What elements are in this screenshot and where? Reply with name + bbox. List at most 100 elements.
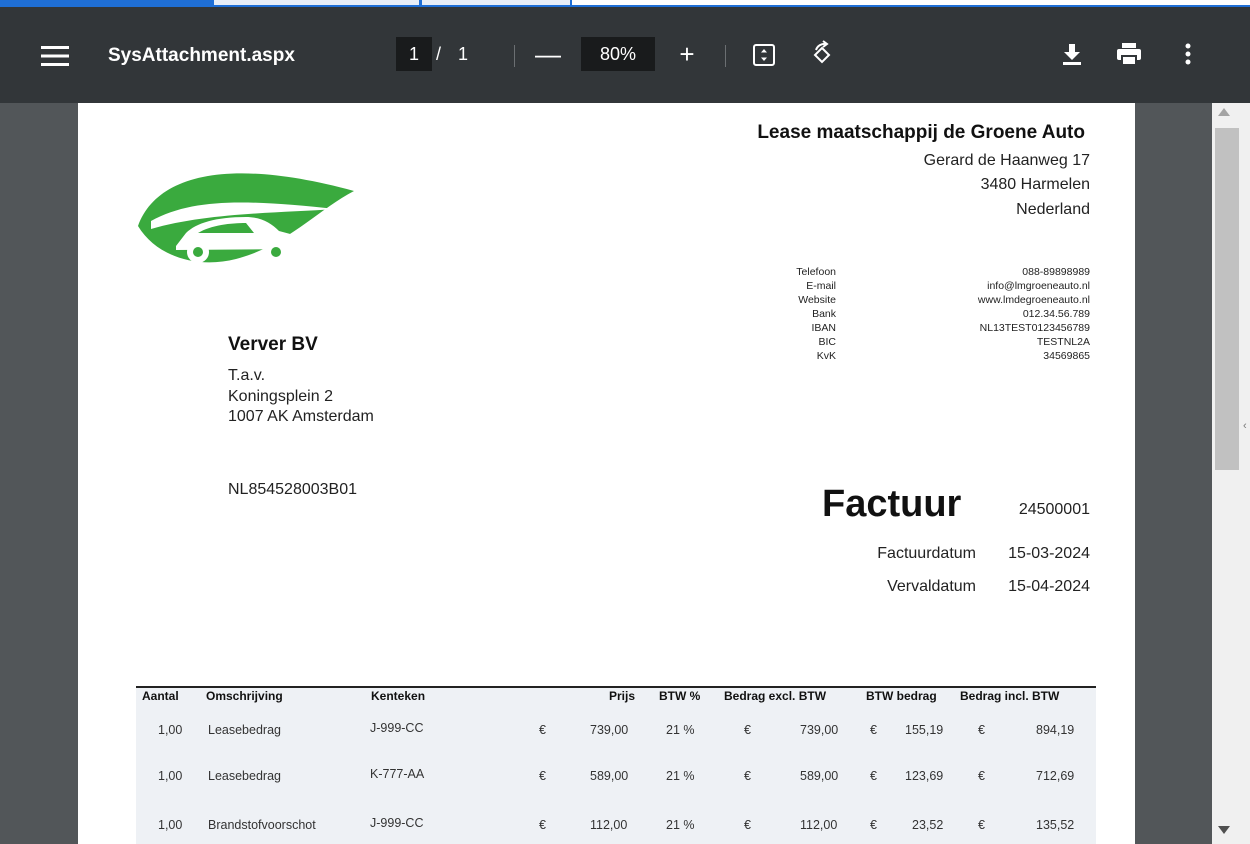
- invoice-date: 15-03-2024: [1008, 545, 1090, 562]
- currency-symbol: €: [978, 769, 985, 783]
- line-excl-amount: 112,00: [800, 818, 838, 832]
- column-header: Aantal: [142, 689, 179, 703]
- customer-vat-number: NL854528003B01: [228, 481, 358, 498]
- scroll-up-arrow-icon[interactable]: [1218, 108, 1230, 116]
- currency-symbol: €: [744, 723, 751, 737]
- toolbar-divider: [514, 45, 515, 67]
- line-incl-amount: 712,69: [1036, 769, 1075, 783]
- fit-to-page-icon[interactable]: [750, 41, 778, 69]
- currency-symbol: €: [870, 818, 877, 832]
- currency-symbol: €: [744, 818, 751, 832]
- line-qty: 1,00: [158, 818, 183, 832]
- currency-symbol: €: [539, 723, 546, 737]
- company-city: 3480 Harmelen: [980, 176, 1090, 193]
- contact-value: www.lmdegroeneauto.nl: [977, 294, 1090, 306]
- tab-strip-empty: [572, 0, 1250, 5]
- column-header: Prijs: [609, 689, 636, 703]
- contact-value: 088-89898989: [1022, 266, 1090, 278]
- currency-symbol: €: [978, 723, 985, 737]
- contact-value: NL13TEST0123456789: [979, 322, 1090, 334]
- line-vat-pct: 21 %: [666, 818, 695, 832]
- company-country: Nederland: [1016, 201, 1090, 218]
- line-vat-pct: 21 %: [666, 723, 695, 737]
- line-incl-amount: 135,52: [1036, 818, 1075, 832]
- active-tab[interactable]: [0, 0, 212, 5]
- scrollbar-thumb[interactable]: [1215, 128, 1239, 470]
- line-price: 739,00: [590, 723, 629, 737]
- more-options-icon[interactable]: [1175, 40, 1201, 68]
- currency-symbol: €: [870, 723, 877, 737]
- tab[interactable]: [214, 0, 419, 5]
- menu-icon[interactable]: [40, 41, 70, 71]
- contact-label: BIC: [818, 336, 836, 348]
- column-header: BTW %: [659, 689, 701, 703]
- download-icon[interactable]: [1058, 40, 1086, 68]
- print-icon[interactable]: [1114, 40, 1144, 68]
- pdf-page: Lease maatschappij de Groene Auto Gerard…: [78, 103, 1135, 844]
- current-page-input[interactable]: 1: [396, 37, 432, 71]
- toolbar-divider: [725, 45, 726, 67]
- line-qty: 1,00: [158, 723, 183, 737]
- currency-symbol: €: [978, 818, 985, 832]
- column-header: Bedrag incl. BTW: [960, 689, 1060, 703]
- contact-label: IBAN: [811, 322, 836, 334]
- zoom-out-button[interactable]: —: [533, 39, 563, 69]
- column-header: Kenteken: [371, 689, 426, 703]
- line-plate: K-777-AA: [370, 767, 425, 781]
- rotate-icon[interactable]: [807, 39, 837, 69]
- company-street: Gerard de Haanweg 17: [923, 152, 1090, 169]
- contact-value: info@lmgroeneauto.nl: [987, 280, 1090, 292]
- browser-tab-strip: [0, 0, 1250, 7]
- currency-symbol: €: [870, 769, 877, 783]
- line-incl-amount: 894,19: [1036, 723, 1075, 737]
- due-date: 15-04-2024: [1008, 578, 1090, 595]
- line-vat-amount: 123,69: [905, 769, 944, 783]
- line-vat-amount: 23,52: [912, 818, 944, 832]
- customer-attn: T.a.v.: [228, 367, 266, 384]
- company-logo: [136, 151, 356, 271]
- page-separator: /: [436, 43, 442, 64]
- column-header: BTW bedrag: [866, 689, 937, 703]
- invoice-title: Factuur: [822, 483, 962, 525]
- currency-symbol: €: [539, 769, 546, 783]
- currency-symbol: €: [539, 818, 546, 832]
- customer-street: Koningsplein 2: [228, 388, 333, 405]
- document-title: SysAttachment.aspx: [108, 45, 295, 66]
- contact-label: Website: [798, 294, 836, 306]
- contact-labels: Telefoon E-mail Website Bank IBAN BIC Kv…: [738, 265, 836, 363]
- invoice-number: 24500001: [1018, 501, 1090, 518]
- contact-value: 34569865: [1043, 350, 1090, 362]
- customer-name: Verver BV: [228, 334, 318, 355]
- scroll-down-arrow-icon[interactable]: [1218, 826, 1230, 834]
- currency-symbol: €: [744, 769, 751, 783]
- line-excl-amount: 739,00: [800, 723, 839, 737]
- company-name: Lease maatschappij de Groene Auto: [757, 122, 1085, 143]
- contact-label: E-mail: [806, 280, 836, 292]
- contact-value: 012.34.56.789: [1022, 308, 1090, 320]
- line-plate: J-999-CC: [370, 816, 424, 830]
- column-header: Omschrijving: [206, 689, 283, 703]
- table-header-rule: [136, 686, 1096, 688]
- tab[interactable]: [422, 0, 570, 5]
- zoom-level-input[interactable]: 80%: [581, 37, 655, 71]
- contact-label: KvK: [816, 350, 836, 362]
- line-price: 589,00: [590, 769, 629, 783]
- line-excl-amount: 589,00: [800, 769, 839, 783]
- line-description: Leasebedrag: [208, 769, 281, 783]
- pdf-toolbar: SysAttachment.aspx 1 / 1 — 80% +: [0, 7, 1250, 103]
- contact-label: Bank: [812, 308, 836, 320]
- line-price: 112,00: [590, 818, 628, 832]
- line-vat-pct: 21 %: [666, 769, 695, 783]
- invoice-date-label: Factuurdatum: [877, 545, 976, 562]
- zoom-in-button[interactable]: +: [672, 39, 702, 69]
- total-pages: 1: [458, 43, 469, 64]
- contact-label: Telefoon: [796, 266, 836, 278]
- line-description: Brandstofvoorschot: [208, 818, 316, 832]
- line-vat-amount: 155,19: [905, 723, 944, 737]
- contact-value: TESTNL2A: [1036, 336, 1090, 348]
- contact-values: 088-89898989 info@lmgroeneauto.nl www.lm…: [850, 265, 1090, 363]
- chevron-left-icon: ‹: [1243, 420, 1247, 432]
- line-description: Leasebedrag: [208, 723, 281, 737]
- line-qty: 1,00: [158, 769, 183, 783]
- line-plate: J-999-CC: [370, 721, 424, 735]
